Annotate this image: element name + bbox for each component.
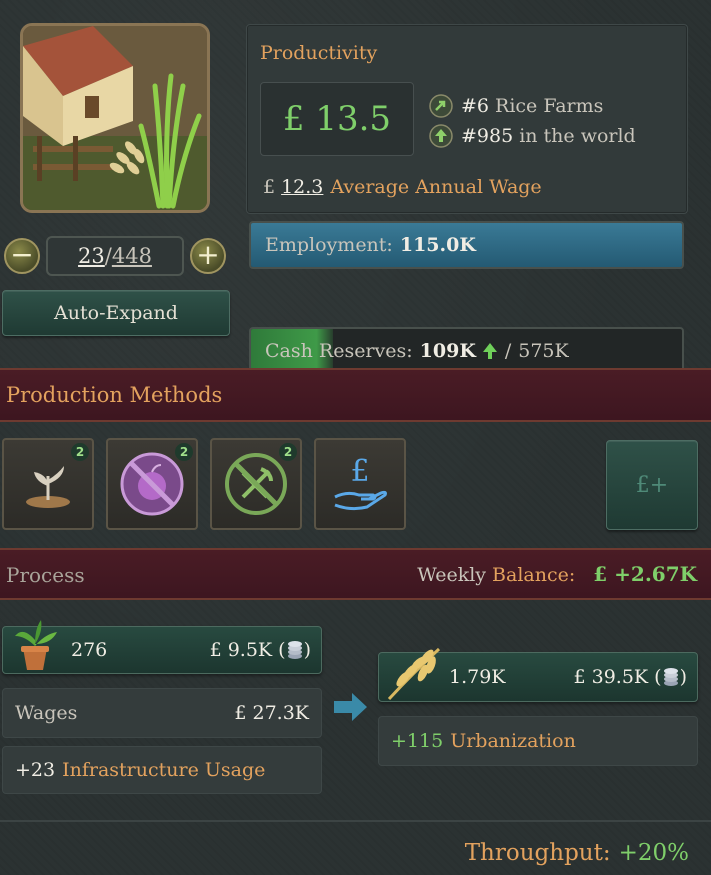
rank-world: #985 in the world: [429, 124, 636, 148]
output-good-qty: 1.79K: [449, 666, 506, 688]
subsidize-button[interactable]: £+: [606, 440, 698, 530]
weekly-balance: Weekly Balance: £ +2.67K: [417, 562, 697, 586]
arrow-up-icon: [429, 124, 453, 148]
pound-hand-icon: £: [334, 454, 387, 511]
process-arrow-icon: [334, 693, 367, 721]
average-wage[interactable]: £ 12.3 Average Annual Wage: [263, 176, 542, 198]
output-good-chip[interactable]: 1.79K £ 39.5K ( ): [378, 647, 698, 702]
method-badge: 2: [71, 443, 89, 461]
urbanization-row[interactable]: +115 Urbanization: [378, 716, 698, 766]
trend-up-icon: [429, 94, 453, 118]
input-good-qty: 276: [71, 639, 108, 661]
productivity-title: Productivity: [260, 42, 378, 64]
svg-text:£: £: [350, 454, 369, 489]
production-methods-header: Production Methods: [0, 368, 711, 422]
plus-icon: +: [196, 237, 220, 271]
subsidy-icon: £+: [635, 472, 669, 498]
input-good-value: £ 9.5K (: [209, 639, 286, 661]
no-tools-icon: [225, 453, 287, 515]
building-portrait: [20, 23, 210, 213]
sprout-icon: [26, 466, 70, 508]
level-display: 23 / 448: [46, 236, 184, 276]
method-badge: 2: [279, 443, 297, 461]
method-badge: 2: [175, 443, 193, 461]
green-arrow-up-icon: [482, 343, 497, 359]
method-no-secondary[interactable]: 2: [106, 438, 198, 530]
wages-row[interactable]: Wages £ 27.3K: [2, 688, 322, 738]
output-good-value: £ 39.5K (: [573, 666, 662, 688]
coins-icon: [663, 668, 678, 686]
throughput[interactable]: Throughput: +20%: [465, 840, 689, 866]
process-header: Process Weekly Balance: £ +2.67K: [0, 548, 711, 600]
process-title: Process: [6, 563, 85, 587]
rice-grain-icon: [387, 647, 441, 701]
productivity-value: £ 13.5: [260, 82, 414, 156]
coins-icon: [287, 641, 302, 659]
rice-farm-illustration: [23, 26, 207, 210]
decrease-level-button[interactable]: −: [4, 238, 40, 274]
method-no-tools[interactable]: 2: [210, 438, 302, 530]
employment-bar[interactable]: Employment: 115.0K: [249, 221, 684, 269]
productivity-panel: Productivity £ 13.5 #6 Rice Farms #985 i…: [246, 24, 688, 214]
rank-local: #6 Rice Farms: [429, 94, 603, 118]
infrastructure-row[interactable]: +23 Infrastructure Usage: [2, 746, 322, 794]
no-fruit-icon: [120, 452, 184, 516]
minus-icon: −: [10, 237, 34, 271]
input-good-chip[interactable]: 276 £ 9.5K ( ): [2, 620, 322, 674]
potted-plant-icon: [15, 620, 57, 670]
production-methods-title: Production Methods: [6, 383, 223, 407]
levels-current: 23: [78, 244, 105, 268]
method-ownership[interactable]: £: [314, 438, 406, 530]
levels-max: 448: [111, 244, 152, 268]
method-basic-farming[interactable]: 2: [2, 438, 94, 530]
divider: [0, 820, 711, 822]
auto-expand-button[interactable]: Auto-Expand: [2, 290, 230, 336]
increase-level-button[interactable]: +: [190, 238, 226, 274]
